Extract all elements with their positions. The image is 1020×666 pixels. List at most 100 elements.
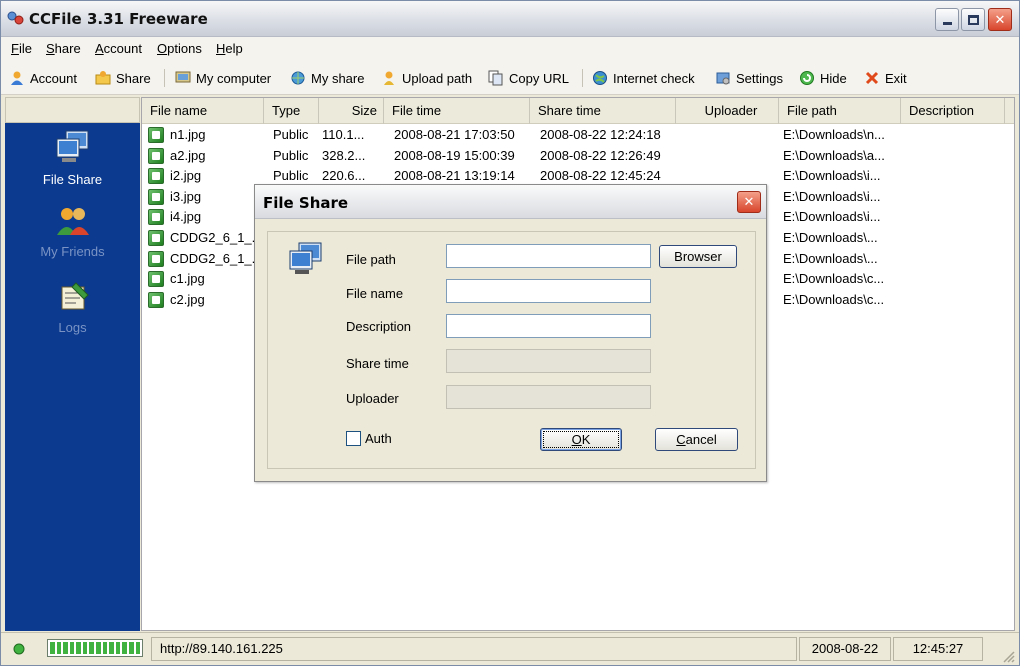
toolbar-separator <box>582 69 583 87</box>
browser-button[interactable]: Browser <box>659 245 737 268</box>
column-header-file-name[interactable]: File name <box>142 98 264 124</box>
app-logo-icon <box>7 11 24 25</box>
progress-segment <box>135 642 141 654</box>
shared-file-icon <box>148 147 164 164</box>
uploader-input <box>446 385 651 409</box>
menu-bar: File Share Account Options Help <box>1 37 1019 61</box>
copy-url-button[interactable]: Copy URL <box>488 68 569 88</box>
exit-button[interactable]: Exit <box>864 68 907 88</box>
close-icon: ✕ <box>743 194 755 209</box>
resize-grip-icon[interactable] <box>1001 649 1015 663</box>
progress-segment <box>76 642 81 654</box>
window-title: CCFile 3.31 Freeware <box>29 10 208 28</box>
menu-share[interactable]: Share <box>46 41 81 56</box>
settings-button[interactable]: Settings <box>715 68 783 88</box>
cell-description <box>905 166 1005 186</box>
menu-options[interactable]: Options <box>157 41 202 56</box>
dialog-title-bar[interactable]: File Share ✕ <box>255 185 766 219</box>
progress-segment <box>82 642 88 654</box>
hide-button[interactable]: Hide <box>799 68 847 88</box>
upload-path-label: Upload path <box>402 70 473 86</box>
column-header-file-time[interactable]: File time <box>384 98 530 124</box>
globe-share-icon <box>291 71 305 85</box>
cell-file-time: 2008-08-21 17:03:50 <box>394 127 515 142</box>
sidebar-item-logs[interactable]: Logs <box>5 281 140 335</box>
checkbox-box[interactable] <box>346 431 361 446</box>
column-header-uploader[interactable]: Uploader <box>676 98 779 124</box>
cancel-button[interactable]: Cancel <box>655 428 738 451</box>
cell-name: c2.jpg <box>170 291 205 307</box>
sidebar-header <box>5 97 140 123</box>
cell-size: 110.1... <box>322 127 365 142</box>
auth-checkbox[interactable]: Auth <box>346 431 392 446</box>
file-name-input[interactable] <box>446 279 651 303</box>
cell-uploader <box>686 146 779 166</box>
cell-description <box>905 290 1005 310</box>
cell-type: Public <box>273 147 309 163</box>
progress-segment <box>50 642 55 654</box>
shared-file-icon <box>148 188 164 205</box>
file-path-label: File path <box>346 252 396 267</box>
status-bar: http://89.140.161.225 2008-08-22 12:45:2… <box>1 632 1019 665</box>
cell-description <box>905 125 1005 145</box>
table-row[interactable]: a2.jpg Public 328.2... 2008-08-19 15:00:39 2… <box>142 146 1014 166</box>
my-share-button[interactable]: My share <box>290 68 364 88</box>
my-computer-label: My computer <box>196 70 272 86</box>
cell-name: i4.jpg <box>170 209 202 225</box>
toolbar-separator <box>164 69 165 87</box>
progress-bar <box>47 639 143 657</box>
cell-path: E:\Downloads\n... <box>783 127 885 142</box>
maximize-button[interactable] <box>961 8 985 31</box>
cell-description <box>905 146 1005 166</box>
file-path-input[interactable] <box>446 244 651 268</box>
title-bar[interactable]: CCFile 3.31 Freeware ✕ <box>1 1 1019 37</box>
cell-type: Public <box>273 127 309 142</box>
dialog-close-button[interactable]: ✕ <box>737 191 761 213</box>
column-header-description[interactable]: Description <box>901 98 1005 124</box>
internet-check-label: Internet check <box>613 70 695 86</box>
status-time: 12:45:27 <box>893 637 983 661</box>
progress-segment <box>128 642 134 654</box>
menu-account[interactable]: Account <box>95 41 142 56</box>
column-header-size[interactable]: Size <box>319 98 384 124</box>
cell-path: E:\Downloads\c... <box>783 271 885 287</box>
hide-label: Hide <box>820 70 847 86</box>
file-share-icon <box>289 242 322 274</box>
menu-file[interactable]: File <box>11 41 32 56</box>
internet-check-button[interactable]: Internet check <box>592 68 695 88</box>
description-input[interactable] <box>446 314 651 338</box>
settings-icon <box>716 72 730 85</box>
cell-description <box>905 269 1005 289</box>
table-row[interactable]: n1.jpg Public 110.1... 2008-08-21 17:03:50 2… <box>142 125 1014 145</box>
column-header-share-time[interactable]: Share time <box>530 98 676 124</box>
shared-file-icon <box>148 209 164 226</box>
column-header-file-path[interactable]: File path <box>779 98 901 124</box>
description-label: Description <box>346 319 412 334</box>
progress-segment <box>102 642 108 654</box>
cell-name: n1.jpg <box>170 127 206 142</box>
progress-segment <box>56 642 62 654</box>
logs-icon <box>61 282 89 310</box>
minimize-button[interactable] <box>935 8 959 31</box>
cell-path: E:\Downloads\... <box>783 250 878 266</box>
maximize-icon <box>967 14 979 25</box>
cell-path: E:\Downloads\i... <box>783 209 881 225</box>
share-button[interactable]: Share <box>95 68 151 88</box>
sidebar-item-file-share[interactable]: File Share <box>5 129 140 187</box>
menu-help[interactable]: Help <box>216 41 243 56</box>
share-time-input <box>446 349 651 373</box>
friends-icon <box>56 208 89 235</box>
cancel-label-rest: ancel <box>685 432 717 447</box>
account-button[interactable]: Account <box>9 68 77 88</box>
shared-file-icon <box>148 250 164 267</box>
internet-globe-icon <box>593 71 607 85</box>
column-header-type[interactable]: Type <box>264 98 319 124</box>
my-computer-button[interactable]: My computer <box>175 68 271 88</box>
sidebar-item-my-friends[interactable]: My Friends <box>5 205 140 259</box>
dialog-title: File Share <box>263 194 349 212</box>
ok-button[interactable]: OK <box>540 428 622 451</box>
status-date: 2008-08-22 <box>799 637 891 661</box>
upload-path-button[interactable]: Upload path <box>381 68 472 88</box>
close-button[interactable]: ✕ <box>988 8 1012 31</box>
settings-label: Settings <box>736 70 783 86</box>
